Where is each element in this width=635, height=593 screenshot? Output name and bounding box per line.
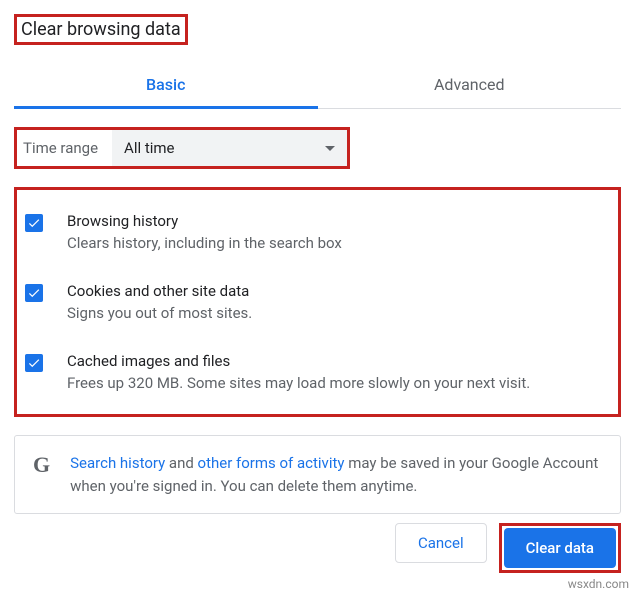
option-text: Browsing history Clears history, includi… bbox=[67, 212, 342, 252]
chevron-down-icon bbox=[325, 146, 335, 151]
clear-data-button-label: Clear data bbox=[526, 539, 594, 557]
watermark: wsxdn.com bbox=[568, 577, 629, 591]
info-text: Search history and other forms of activi… bbox=[70, 452, 602, 497]
dialog-buttons: Cancel Clear data bbox=[395, 523, 621, 573]
checkbox-cached[interactable] bbox=[25, 354, 43, 372]
google-g-icon: G bbox=[33, 452, 50, 478]
option-browsing-history: Browsing history Clears history, includi… bbox=[25, 204, 610, 260]
cancel-button[interactable]: Cancel bbox=[395, 523, 487, 563]
tab-bar: Basic Advanced bbox=[14, 61, 621, 109]
options-list: Browsing history Clears history, includi… bbox=[14, 187, 621, 417]
clear-data-button[interactable]: Clear data bbox=[504, 528, 616, 568]
option-cached: Cached images and files Frees up 320 MB.… bbox=[25, 344, 610, 400]
option-desc: Clears history, including in the search … bbox=[67, 234, 342, 252]
tab-basic[interactable]: Basic bbox=[14, 61, 318, 108]
cancel-button-label: Cancel bbox=[418, 534, 464, 552]
checkbox-cookies[interactable] bbox=[25, 284, 43, 302]
tab-advanced[interactable]: Advanced bbox=[318, 61, 622, 108]
google-account-info: G Search history and other forms of acti… bbox=[14, 435, 621, 514]
option-title: Cached images and files bbox=[67, 352, 530, 370]
other-activity-link[interactable]: other forms of activity bbox=[198, 454, 345, 472]
time-range-value: All time bbox=[124, 139, 174, 157]
option-desc: Signs you out of most sites. bbox=[67, 304, 252, 322]
tab-advanced-label: Advanced bbox=[434, 75, 505, 94]
time-range-select[interactable]: All time bbox=[112, 130, 347, 166]
search-history-link[interactable]: Search history bbox=[70, 454, 165, 472]
option-text: Cached images and files Frees up 320 MB.… bbox=[67, 352, 530, 392]
option-text: Cookies and other site data Signs you ou… bbox=[67, 282, 252, 322]
checkmark-icon bbox=[27, 356, 41, 370]
clear-data-highlight: Clear data bbox=[499, 523, 621, 573]
clear-browsing-data-dialog: Clear browsing data Basic Advanced Time … bbox=[0, 0, 635, 593]
checkmark-icon bbox=[27, 216, 41, 230]
time-range-row: Time range All time bbox=[14, 127, 350, 169]
option-cookies: Cookies and other site data Signs you ou… bbox=[25, 274, 610, 330]
option-desc: Frees up 320 MB. Some sites may load mor… bbox=[67, 374, 530, 392]
time-range-label: Time range bbox=[17, 139, 112, 157]
option-title: Cookies and other site data bbox=[67, 282, 252, 300]
info-text-middle: and bbox=[165, 454, 197, 472]
checkbox-browsing-history[interactable] bbox=[25, 214, 43, 232]
tab-basic-label: Basic bbox=[146, 75, 185, 94]
dialog-title: Clear browsing data bbox=[14, 14, 188, 45]
checkmark-icon bbox=[27, 286, 41, 300]
option-title: Browsing history bbox=[67, 212, 342, 230]
